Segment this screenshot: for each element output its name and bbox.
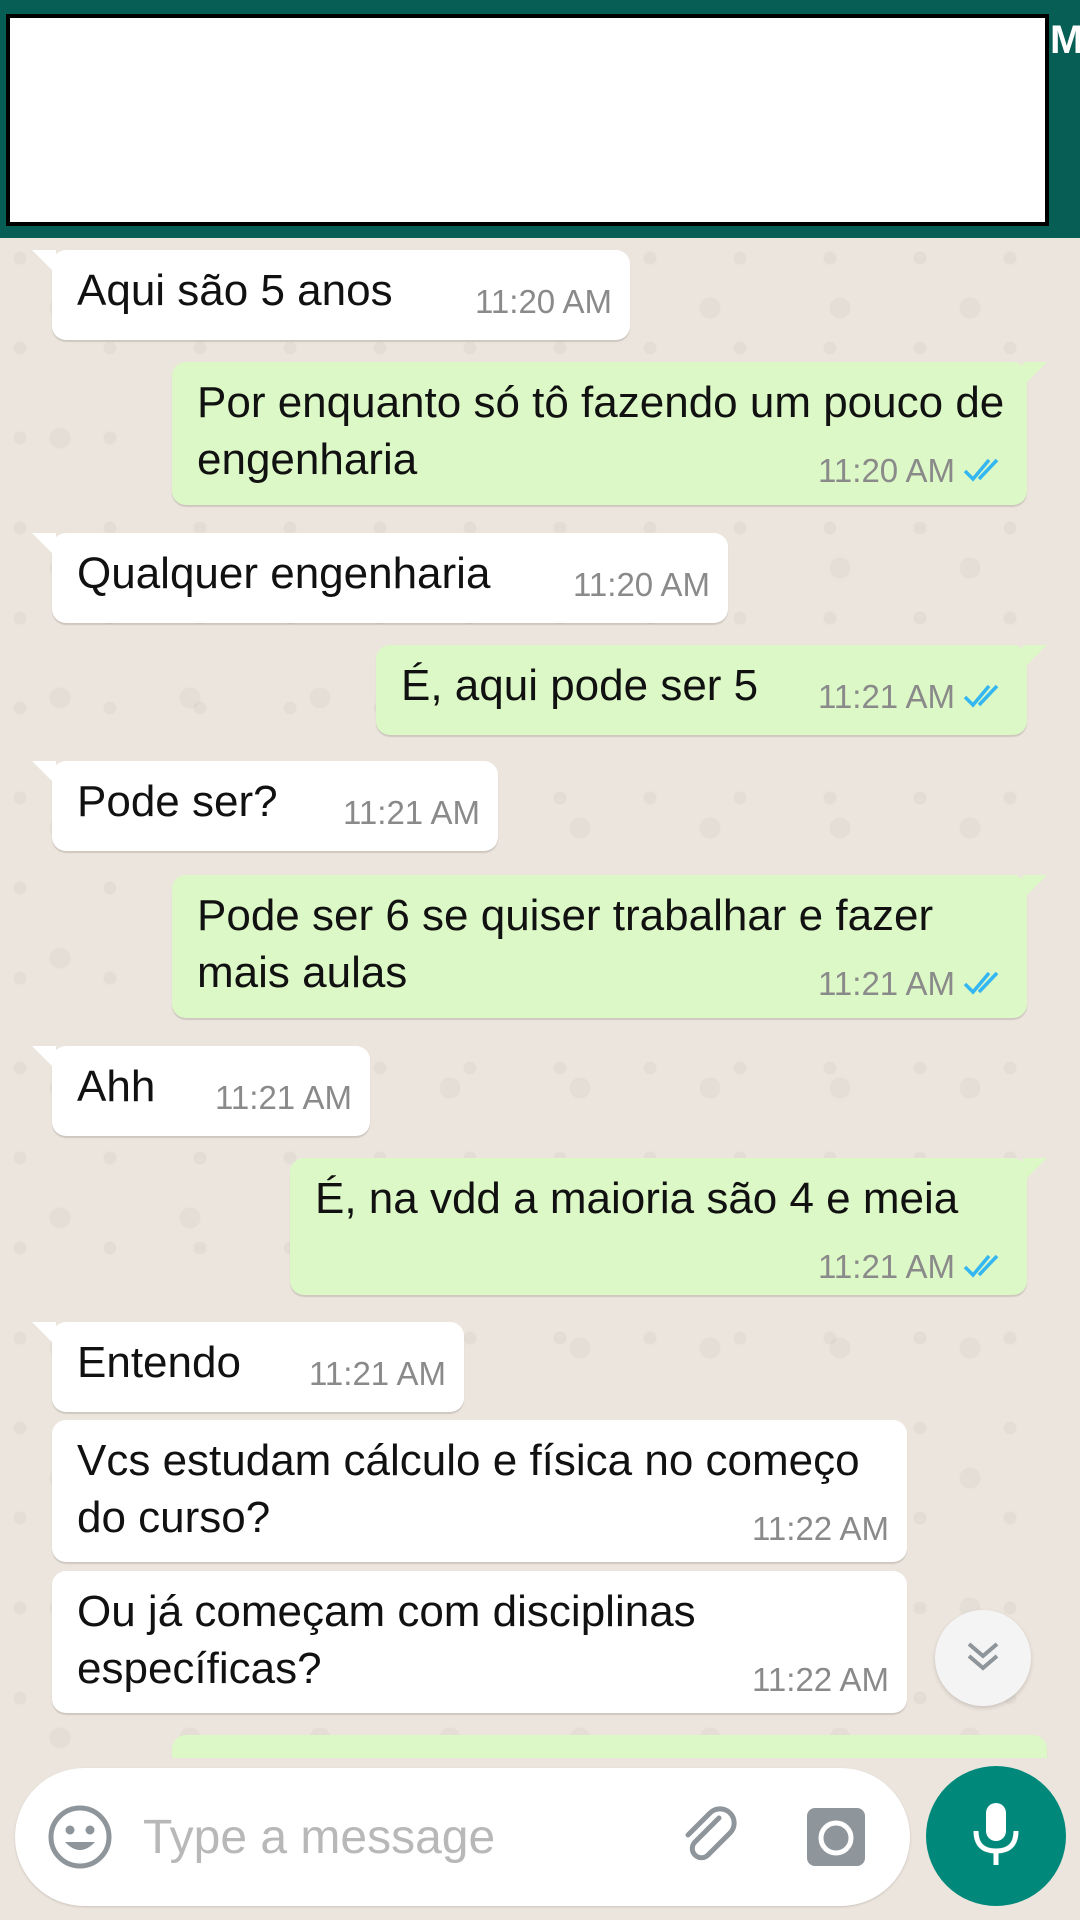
message-text: Aqui são 5 anos xyxy=(77,266,393,315)
voice-record-button[interactable] xyxy=(926,1766,1066,1906)
message-time: 11:22 AM xyxy=(752,1510,889,1547)
scroll-down-icon xyxy=(961,1634,1005,1683)
message-time: 11:21 AM xyxy=(818,678,955,715)
message-time: 11:20 AM xyxy=(573,566,710,603)
message-incoming[interactable]: Ou já começam com disciplinas específica… xyxy=(52,1571,907,1713)
double-check-icon xyxy=(963,966,1009,1006)
message-text: Ou já começam com disciplinas específica… xyxy=(77,1587,696,1693)
message-incoming[interactable]: Qualquer engenharia 11:20 AM xyxy=(32,533,728,623)
double-check-icon xyxy=(963,453,1009,493)
message-outgoing[interactable]: Pode ser 6 se quiser trabalhar e fazer m… xyxy=(172,875,1047,1018)
message-time: 11:21 AM xyxy=(818,1248,955,1285)
message-time: 11:20 AM xyxy=(818,452,955,489)
message-list[interactable]: Aqui são 5 anos 11:20 AM Por enquanto só… xyxy=(0,238,1080,1758)
message-text: É, aqui pode ser 5 xyxy=(401,661,759,710)
mic-icon xyxy=(968,1799,1024,1874)
message-outgoing[interactable]: É, na vdd a maioria são 4 e meia 11:21 A… xyxy=(290,1158,1047,1295)
chat-header: M xyxy=(0,0,1080,238)
camera-icon[interactable] xyxy=(805,1806,867,1873)
message-time: 11:20 AM xyxy=(475,283,612,320)
message-composer: Type a message xyxy=(15,1768,910,1906)
emoji-icon[interactable] xyxy=(45,1802,115,1877)
header-edge-glyph: M xyxy=(1050,18,1080,62)
message-text: Qualquer engenharia xyxy=(77,549,491,598)
message-text: Ahh xyxy=(77,1062,156,1111)
double-check-icon xyxy=(963,1249,1009,1289)
message-time: 11:21 AM xyxy=(309,1355,446,1392)
message-input[interactable]: Type a message xyxy=(143,1810,495,1865)
message-incoming[interactable]: Entendo 11:21 AM xyxy=(32,1322,464,1412)
message-text: Entendo xyxy=(77,1338,241,1387)
message-incoming[interactable]: Aqui são 5 anos 11:20 AM xyxy=(32,250,630,340)
message-text: Pode ser? xyxy=(77,777,278,826)
message-incoming[interactable]: Pode ser? 11:21 AM xyxy=(32,761,498,851)
message-outgoing[interactable]: Por enquanto só tô fazendo um pouco de e… xyxy=(172,362,1047,505)
message-incoming[interactable]: Vcs estudam cálculo e física no começo d… xyxy=(52,1420,907,1562)
message-text: É, na vdd a maioria são 4 e meia xyxy=(315,1174,959,1223)
message-time: 11:21 AM xyxy=(215,1079,352,1116)
attach-icon[interactable] xyxy=(675,1802,745,1877)
message-time: 11:22 AM xyxy=(752,1661,889,1698)
message-time: 11:21 AM xyxy=(343,794,480,831)
scroll-down-button[interactable] xyxy=(935,1610,1031,1706)
message-text: Vcs estudam cálculo e física no começo d… xyxy=(77,1436,860,1542)
message-time: 11:21 AM xyxy=(818,965,955,1002)
double-check-icon xyxy=(963,679,1009,719)
message-incoming[interactable]: Ahh 11:21 AM xyxy=(32,1046,370,1136)
message-outgoing-partial[interactable] xyxy=(172,1735,1047,1758)
message-outgoing[interactable]: É, aqui pode ser 5 11:21 AM xyxy=(376,645,1047,735)
redacted-contact-area xyxy=(6,14,1049,226)
